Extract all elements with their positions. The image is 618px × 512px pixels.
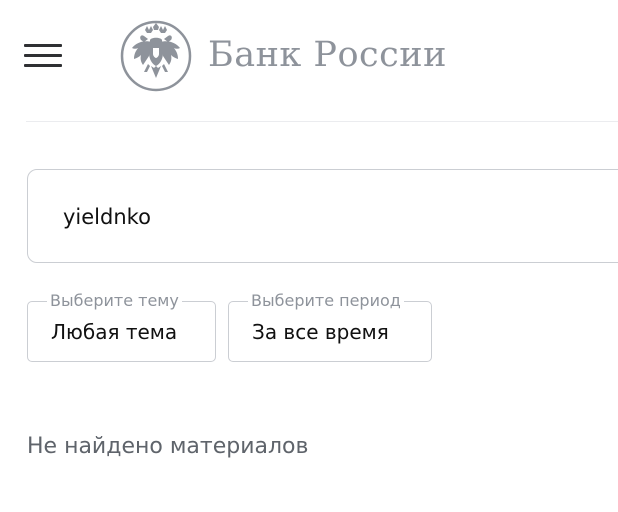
empty-results-message: Не найдено материалов [27, 434, 309, 459]
menu-bar-bottom [24, 64, 62, 67]
period-filter-legend: Выберите период [248, 291, 404, 311]
bank-logo-text: Банк России [208, 34, 447, 75]
period-filter-select[interactable]: Выберите период За все время [228, 291, 432, 362]
site-header: Банк России [0, 0, 618, 122]
search-input[interactable] [63, 200, 563, 234]
menu-bar-top [24, 44, 62, 47]
menu-bar-middle [24, 54, 62, 57]
topic-filter-value: Любая тема [51, 320, 178, 344]
double-headed-eagle-emblem-icon [120, 20, 192, 92]
topic-filter-select[interactable]: Выберите тему Любая тема [27, 291, 216, 362]
search-box[interactable] [27, 169, 618, 263]
hamburger-menu-icon[interactable] [24, 42, 62, 70]
topic-filter-legend: Выберите тему [47, 291, 182, 311]
period-filter-value: За все время [252, 320, 389, 344]
header-divider [26, 121, 618, 122]
bank-logo-link[interactable]: Банк России [120, 20, 447, 92]
